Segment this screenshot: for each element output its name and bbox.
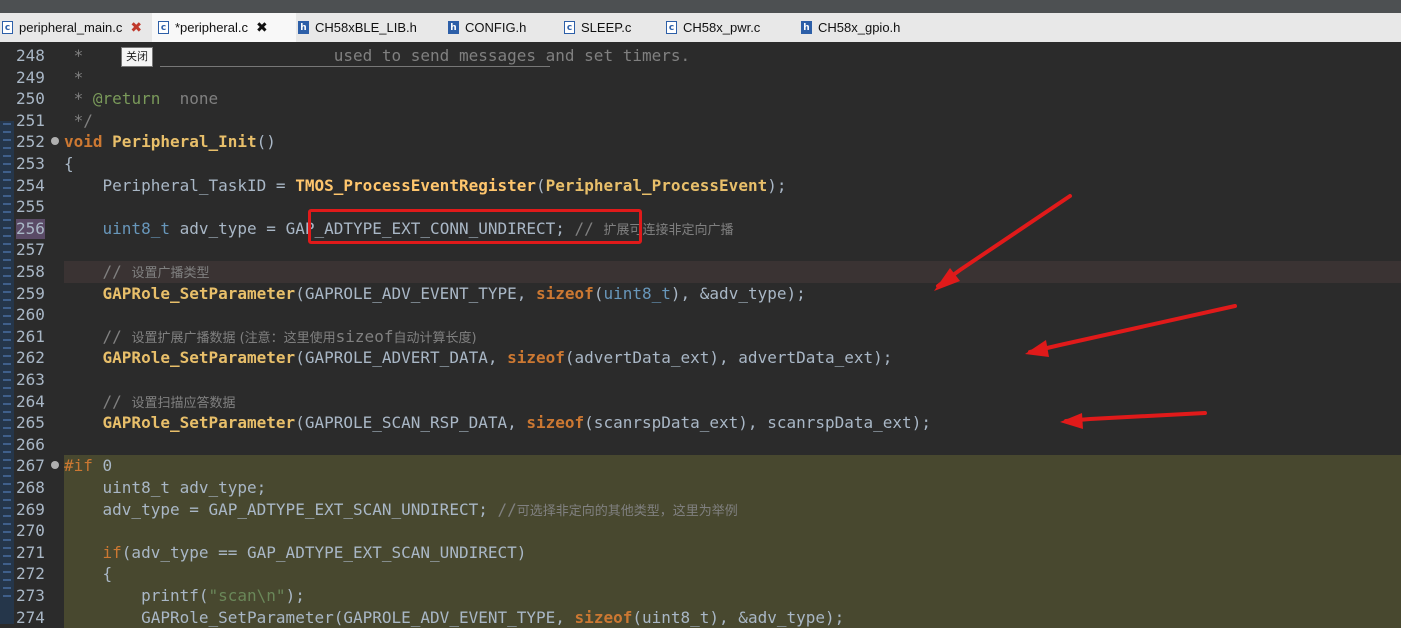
arrow-head-262 xyxy=(1025,340,1049,357)
arrow-head-265 xyxy=(1060,413,1083,429)
arrow-to-line-259 xyxy=(936,194,1072,288)
arrow-to-line-265 xyxy=(1064,411,1207,423)
arrow-to-line-262 xyxy=(1028,304,1237,354)
annotation-arrows xyxy=(934,194,1237,429)
